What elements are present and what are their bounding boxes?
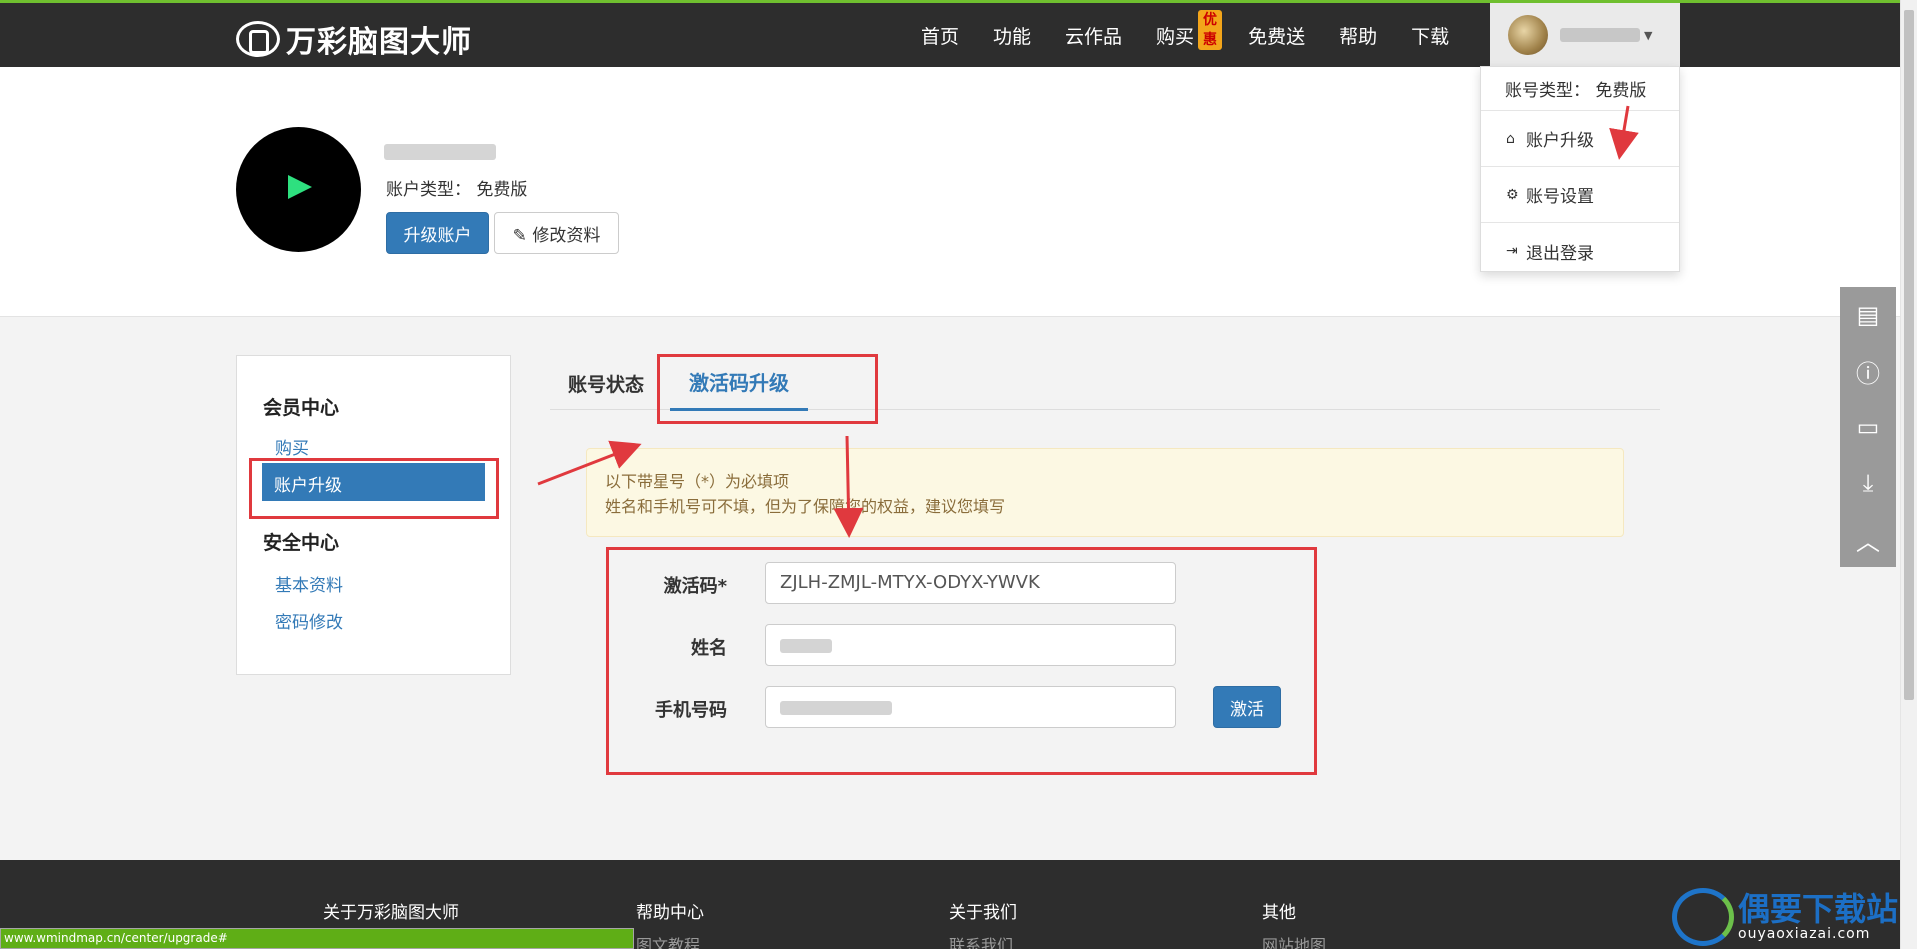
scrollbar-thumb[interactable] xyxy=(1904,10,1914,700)
sidebar-item-password[interactable]: 密码修改 xyxy=(275,608,343,633)
footer-other[interactable]: 其他 xyxy=(1262,898,1296,923)
footer-help-center[interactable]: 帮助中心 xyxy=(636,898,704,923)
dropdown-settings[interactable]: ⚙ 账号设置 xyxy=(1481,167,1679,223)
nav-cloud-works[interactable]: 云作品 xyxy=(1065,22,1122,49)
sidebar-item-buy[interactable]: 购买 xyxy=(275,434,309,459)
edit-icon: ✎ xyxy=(512,225,527,246)
back-to-top-icon[interactable]: ︿ xyxy=(1840,511,1896,567)
nav-buy-label: 购买 xyxy=(1156,25,1195,48)
profile-account-type: 账户类型： 免费版 xyxy=(386,180,528,200)
discount-badge: 优惠 xyxy=(1198,9,1223,50)
sidebar-item-basic-info[interactable]: 基本资料 xyxy=(275,571,343,596)
tab-account-status[interactable]: 账号状态 xyxy=(568,370,644,397)
nav-help[interactable]: 帮助 xyxy=(1339,22,1377,49)
profile-name-redacted xyxy=(384,144,496,160)
logout-icon: ⇥ xyxy=(1506,243,1518,259)
nav-home[interactable]: 首页 xyxy=(921,22,959,49)
home-icon: ⌂ xyxy=(1506,130,1515,147)
page-scrollbar[interactable] xyxy=(1900,0,1917,949)
notice-line-1: 以下带星号（*）为必填项 xyxy=(605,472,790,491)
dropdown-logout[interactable]: ⇥ 退出登录 xyxy=(1481,223,1679,279)
activation-code-input[interactable]: ZJLH-ZMJL-MTYX-ODYX-YWVK xyxy=(765,562,1176,604)
dropdown-settings-label: 账号设置 xyxy=(1526,187,1594,207)
brand-logo[interactable]: 万彩脑图大师 xyxy=(236,17,472,61)
sidebar-heading-member: 会员中心 xyxy=(263,397,340,419)
dropdown-upgrade[interactable]: ⌂ 账户升级 xyxy=(1481,111,1679,167)
dropdown-account-type: 账号类型： 免费版 xyxy=(1481,67,1679,111)
browser-status-url: www.wmindmap.cn/center/upgrade# xyxy=(0,928,634,949)
name-value-redacted xyxy=(780,639,832,653)
footer-sitemap[interactable]: 网站地图 xyxy=(1262,932,1326,949)
brand-name: 万彩脑图大师 xyxy=(286,25,472,60)
nav-features[interactable]: 功能 xyxy=(993,22,1031,49)
user-menu-toggle[interactable]: ▼ xyxy=(1490,3,1680,67)
sidebar: 会员中心 购买 账户升级 安全中心 基本资料 密码修改 xyxy=(236,355,511,675)
tab-code-upgrade[interactable]: 激活码升级 xyxy=(670,367,808,411)
edit-profile-label: 修改资料 xyxy=(532,225,601,246)
top-navbar: 万彩脑图大师 首页 功能 云作品 购买 优惠 免费送 帮助 下载 ▼ xyxy=(0,0,1900,67)
site-watermark: 偶要下载站 ouyaoxiazai.com xyxy=(1672,888,1898,946)
logo-icon xyxy=(236,21,280,57)
user-avatar xyxy=(1508,15,1548,55)
profile-avatar xyxy=(236,127,361,252)
nav-buy[interactable]: 购买 优惠 xyxy=(1156,9,1223,50)
sidebar-heading-security: 安全中心 xyxy=(263,532,340,554)
watermark-domain: ouyaoxiazai.com xyxy=(1738,926,1871,942)
nav-download[interactable]: 下载 xyxy=(1411,22,1449,49)
help-icon[interactable]: ⓘ xyxy=(1840,343,1896,399)
user-dropdown: 账号类型： 免费版 ⌂ 账户升级 ⚙ 账号设置 ⇥ 退出登录 xyxy=(1480,66,1680,272)
required-fields-notice: 以下带星号（*）为必填项 姓名和手机号可不填，但为了保障您的权益，建议您填写 xyxy=(586,448,1624,537)
edit-profile-button[interactable]: ✎ 修改资料 xyxy=(494,212,619,254)
chevron-down-icon: ▼ xyxy=(1644,28,1653,42)
footer-help-link[interactable]: 图文教程 xyxy=(636,932,700,949)
nav-free-gift[interactable]: 免费送 xyxy=(1248,22,1305,49)
footer-about-us[interactable]: 关于我们 xyxy=(949,898,1017,923)
notice-line-2: 姓名和手机号可不填，但为了保障您的权益，建议您填写 xyxy=(605,497,1006,516)
sidebar-item-upgrade[interactable]: 账户升级 xyxy=(262,463,485,501)
play-icon xyxy=(288,175,312,199)
phone-value-redacted xyxy=(780,701,892,715)
gear-icon: ⚙ xyxy=(1506,186,1519,203)
name-label: 姓名 xyxy=(691,638,727,659)
floating-toolbar: ▤ ⓘ ▭ ⤓ ︿ xyxy=(1840,287,1896,567)
dropdown-logout-label: 退出登录 xyxy=(1526,243,1594,264)
user-name-redacted xyxy=(1560,28,1640,42)
upgrade-account-button[interactable]: 升级账户 xyxy=(386,212,489,254)
watermark-title: 偶要下载站 xyxy=(1738,890,1899,928)
main-nav: 首页 功能 云作品 购买 优惠 免费送 帮助 下载 xyxy=(904,3,1466,67)
phone-label: 手机号码 xyxy=(655,700,727,721)
chat-icon[interactable]: ▭ xyxy=(1840,399,1896,455)
footer-contact[interactable]: 联系我们 xyxy=(949,932,1013,949)
activate-button[interactable]: 激活 xyxy=(1213,686,1281,728)
book-icon[interactable]: ▤ xyxy=(1840,287,1896,343)
code-label: 激活码* xyxy=(663,576,727,597)
tab-bar: 账号状态 激活码升级 xyxy=(550,352,1660,411)
dropdown-upgrade-label: 账户升级 xyxy=(1526,131,1594,151)
name-input[interactable] xyxy=(765,624,1176,666)
download-icon[interactable]: ⤓ xyxy=(1840,455,1896,511)
watermark-logo-icon xyxy=(1672,888,1734,946)
footer-about-app[interactable]: 关于万彩脑图大师 xyxy=(323,898,459,923)
phone-input[interactable] xyxy=(765,686,1176,728)
